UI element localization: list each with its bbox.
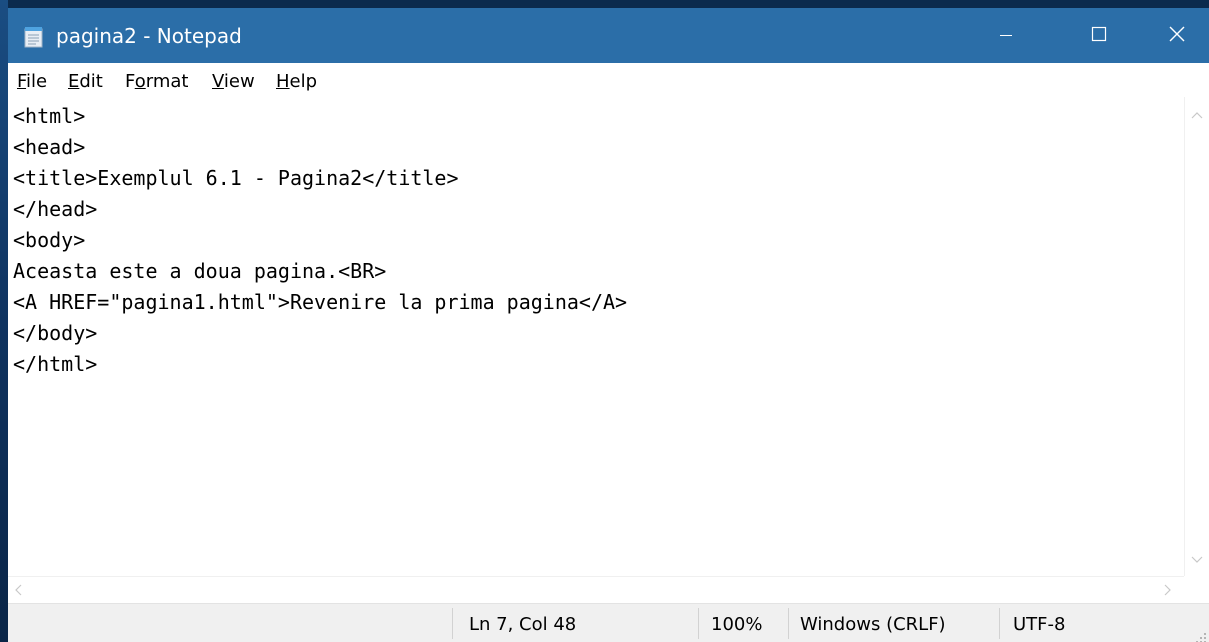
line-ending: Windows (CRLF) [800, 614, 946, 635]
scroll-left-icon[interactable] [10, 582, 26, 598]
horizontal-scrollbar[interactable] [8, 576, 1184, 604]
editor-line: </head> [13, 197, 98, 221]
menu-format[interactable]: Format [125, 71, 188, 93]
close-button[interactable] [1154, 8, 1200, 63]
editor-line: <A HREF="pagina1.html">Revenire la prima… [13, 290, 628, 314]
vertical-scrollbar[interactable] [1184, 97, 1209, 576]
scrollbar-corner [1184, 576, 1209, 603]
editor-line: <html> [13, 104, 86, 128]
cursor-position: Ln 7, Col 48 [469, 614, 577, 635]
desktop-background [0, 0, 8, 642]
status-divider [788, 608, 789, 639]
encoding: UTF-8 [1013, 614, 1066, 635]
close-icon [1169, 26, 1185, 46]
text-editor[interactable]: <html> <head> <title>Exemplul 6.1 - Pagi… [8, 97, 1184, 576]
menu-file[interactable]: File [17, 71, 47, 93]
window-title: pagina2 - Notepad [56, 24, 242, 48]
editor-line: <title>Exemplul 6.1 - Pagina2</title> [13, 166, 459, 190]
notepad-icon [24, 26, 44, 48]
editor-line: </body> [13, 321, 98, 345]
editor-line: </html> [13, 352, 98, 376]
maximize-button[interactable] [1076, 8, 1122, 63]
scroll-down-icon[interactable] [1189, 552, 1205, 568]
menu-edit[interactable]: Edit [68, 71, 103, 93]
menu-view[interactable]: View [212, 71, 255, 93]
scroll-right-icon[interactable] [1160, 582, 1176, 598]
title-bar[interactable]: pagina2 - Notepad [8, 8, 1209, 63]
status-divider [452, 608, 453, 639]
scroll-up-icon[interactable] [1189, 107, 1205, 123]
editor-line: Aceasta este a doua pagina.<BR> [13, 259, 387, 283]
status-divider [698, 608, 699, 639]
maximize-icon [1091, 26, 1107, 46]
minimize-icon [1000, 26, 1012, 45]
status-divider [999, 608, 1000, 639]
notepad-window: pagina2 - Notepad File Edit Format View [8, 8, 1209, 642]
menu-help[interactable]: Help [276, 71, 317, 93]
status-bar: Ln 7, Col 48 100% Windows (CRLF) UTF-8 [8, 603, 1209, 642]
menu-bar: File Edit Format View Help [8, 63, 1209, 97]
minimize-button[interactable] [983, 8, 1029, 63]
resize-grip-icon[interactable] [1195, 629, 1207, 642]
editor-line: <body> [13, 228, 86, 252]
editor-line: <head> [13, 135, 86, 159]
zoom-level: 100% [711, 614, 763, 635]
